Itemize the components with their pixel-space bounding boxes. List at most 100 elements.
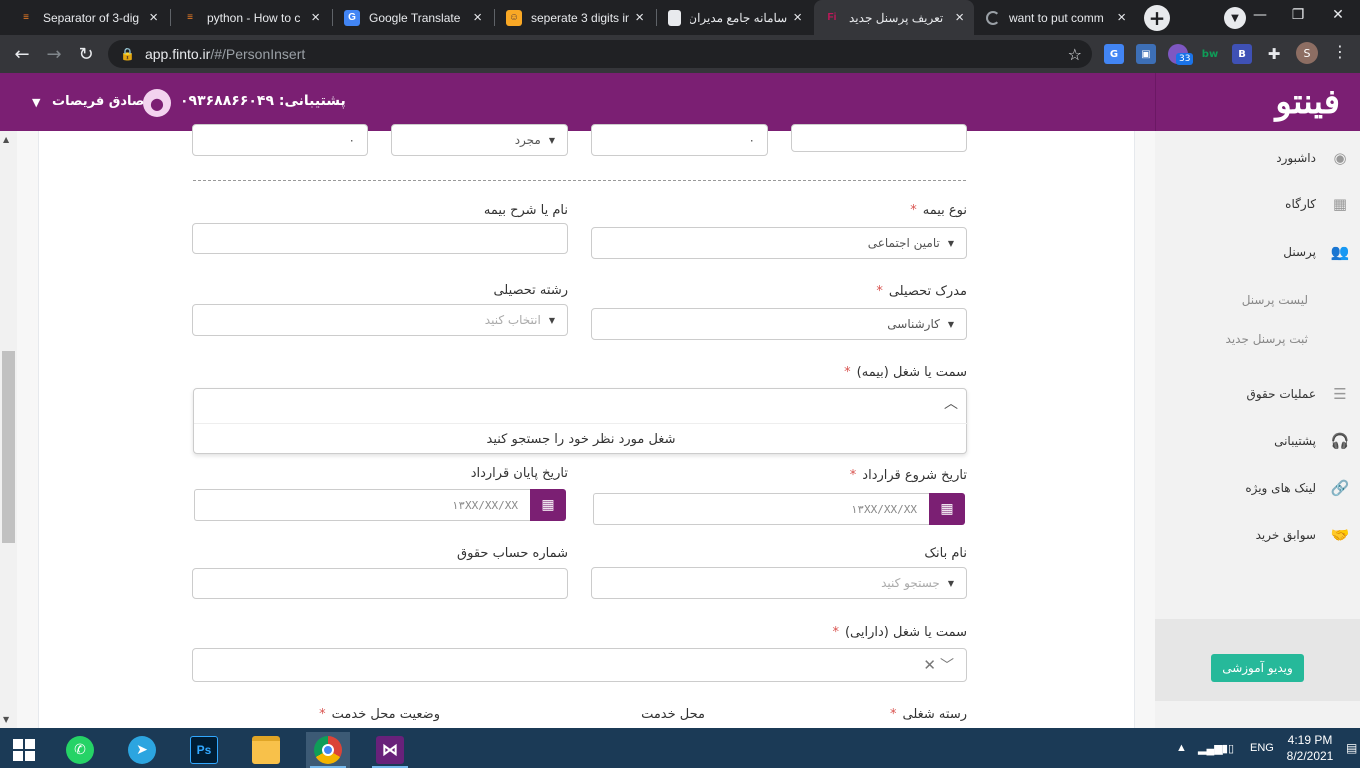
- google-translate-ext-icon[interactable]: G: [1104, 44, 1124, 64]
- calendar-icon[interactable]: ▦: [929, 493, 965, 525]
- contract-start-input[interactable]: ۱۳XX/XX/XX: [593, 493, 929, 525]
- insurance-name-input[interactable]: [192, 223, 568, 254]
- network-icon[interactable]: ▂▄▆: [1198, 728, 1223, 768]
- vertical-scrollbar[interactable]: ▲ ▼: [0, 131, 17, 728]
- sidebar-item-special-links[interactable]: لینک های ویژه 🔗: [1170, 473, 1350, 503]
- browser-tab[interactable]: سامانه جامع مدیران ×: [658, 0, 812, 35]
- sidebar-item-support[interactable]: پشتیبانی 🎧: [1170, 426, 1350, 456]
- user-avatar-icon[interactable]: ●: [143, 89, 171, 117]
- finto-logo[interactable]: فینتو: [1275, 82, 1340, 122]
- numeric-field-middle[interactable]: ۰: [591, 124, 768, 156]
- sidebar-item-workshop[interactable]: کارگاه ▦: [1170, 189, 1350, 219]
- job-tax-select[interactable]: ✕ ﹀: [192, 648, 967, 682]
- menu-kebab-icon[interactable]: ⋮: [1332, 42, 1348, 61]
- windows-start-icon[interactable]: [2, 732, 46, 768]
- scroll-down-icon[interactable]: ▼: [3, 715, 9, 724]
- system-clock[interactable]: 4:19 PM 8/2/2021: [1280, 732, 1340, 764]
- chrome-icon[interactable]: [306, 732, 350, 768]
- close-icon[interactable]: ×: [635, 9, 644, 26]
- notification-icon[interactable]: ▤: [1346, 728, 1357, 768]
- url-path: /#/PersonInsert: [210, 46, 306, 62]
- address-bar[interactable]: 🔒 app.finto.ir /#/PersonInsert ☆: [108, 40, 1092, 68]
- tab-title: Google Translate: [369, 10, 461, 25]
- screen-capture-ext-icon[interactable]: ▣: [1136, 44, 1156, 64]
- scroll-up-icon[interactable]: ▲: [3, 135, 9, 144]
- bookmark-star-icon[interactable]: ☆: [1068, 45, 1082, 64]
- close-icon[interactable]: ×: [1117, 9, 1126, 26]
- contract-end-input[interactable]: ۱۳XX/XX/XX: [194, 489, 530, 521]
- text-field-right[interactable]: [791, 124, 967, 152]
- photoshop-icon[interactable]: Ps: [182, 732, 226, 768]
- browser-tab[interactable]: G Google Translate ×: [334, 0, 492, 35]
- label-text: سمت یا شغل (بیمه): [856, 365, 967, 380]
- education-select[interactable]: کارشناسی ▼: [591, 308, 967, 340]
- battery-icon[interactable]: ▮▯: [1222, 728, 1234, 768]
- insurance-type-select[interactable]: تامین اجتماعی ▼: [591, 227, 967, 259]
- clear-icon[interactable]: ✕: [923, 656, 936, 674]
- close-icon[interactable]: ×: [955, 9, 964, 26]
- whatsapp-icon[interactable]: ✆: [58, 732, 102, 768]
- sidebar-item-label: لینک های ویژه: [1245, 481, 1316, 495]
- visual-studio-icon[interactable]: ⋈: [368, 732, 412, 768]
- close-icon[interactable]: ×: [311, 9, 320, 26]
- dashboard-icon: ◉: [1333, 149, 1347, 167]
- tab-title: seperate 3 digits in: [531, 10, 630, 25]
- sidebar-subitem-new-personnel[interactable]: ثبت پرسنل جدید: [1226, 332, 1308, 346]
- minimize-icon[interactable]: —: [1240, 0, 1280, 30]
- restore-icon[interactable]: ❐: [1278, 0, 1318, 30]
- logo-area: فینتو: [1155, 73, 1360, 131]
- field-value: کارشناسی: [887, 317, 940, 331]
- tab-title: سامانه جامع مدیران: [690, 10, 788, 25]
- file-explorer-icon[interactable]: [244, 732, 288, 768]
- sidebar-item-payroll[interactable]: عملیات حقوق ☰: [1170, 379, 1350, 409]
- reload-icon[interactable]: ↻: [72, 41, 100, 67]
- job-insurance-dropdown[interactable]: ︿ شغل مورد نظر خود را جستجو کنید: [193, 388, 968, 455]
- extension-badge-count: 33: [1176, 53, 1194, 65]
- contract-start-label: تاریخ شروع قرارداد *: [760, 468, 967, 483]
- bank-select[interactable]: جستجو کنید ▼: [591, 567, 967, 599]
- required-mark: *: [844, 365, 851, 380]
- close-icon[interactable]: ×: [793, 9, 802, 26]
- sidebar-item-personnel[interactable]: پرسنل 👥: [1170, 237, 1350, 267]
- chevron-up-icon[interactable]: ︿: [944, 393, 958, 413]
- b-ext-icon[interactable]: B: [1232, 44, 1252, 64]
- marital-status-select[interactable]: مجرد ▼: [391, 124, 568, 156]
- caret-down-icon: ▼: [548, 315, 555, 325]
- puzzle-icon[interactable]: ✚: [1264, 44, 1284, 64]
- browser-tab[interactable]: ☺ seperate 3 digits in ×: [496, 0, 654, 35]
- forward-icon[interactable]: →: [40, 41, 68, 67]
- scroll-thumb[interactable]: [2, 351, 15, 543]
- sidebar-subitem-personnel-list[interactable]: لیست پرسنل: [1242, 293, 1308, 307]
- dropdown-search-message: شغل مورد نظر خود را جستجو کنید: [194, 423, 968, 455]
- numeric-field-left[interactable]: ۰: [192, 124, 368, 156]
- back-icon[interactable]: ←: [8, 41, 36, 67]
- chevron-down-icon[interactable]: ﹀: [940, 655, 954, 675]
- account-number-input[interactable]: [192, 568, 568, 599]
- close-icon[interactable]: ×: [149, 9, 158, 26]
- building-icon: ▦: [1332, 195, 1348, 213]
- video-tutorial-button[interactable]: ویدیو آموزشی: [1211, 654, 1304, 682]
- browser-tab-active[interactable]: Fi تعریف پرسنل جدید ×: [814, 0, 974, 35]
- window-close-icon[interactable]: ✕: [1318, 0, 1358, 30]
- label-text: مدرک تحصیلی: [888, 284, 967, 299]
- browser-tab[interactable]: ≡ Separator of 3-dig ×: [8, 0, 168, 35]
- new-tab-button[interactable]: +: [1144, 5, 1170, 31]
- stackoverflow-icon: ≡: [187, 12, 193, 23]
- calendar-icon[interactable]: ▦: [530, 489, 566, 521]
- tab-title: Separator of 3-dig: [43, 10, 140, 25]
- telegram-icon[interactable]: ➤: [120, 732, 164, 768]
- tray-chevron-icon[interactable]: ▲: [1176, 728, 1187, 768]
- browser-tab[interactable]: want to put comm ×: [976, 0, 1136, 35]
- sidebar-item-purchase-history[interactable]: سوابق خرید 🤝: [1170, 520, 1350, 550]
- required-mark: *: [849, 468, 857, 483]
- browser-tab[interactable]: ≡ python - How to c ×: [172, 0, 330, 35]
- clock-date: 8/2/2021: [1286, 749, 1334, 763]
- profile-avatar[interactable]: S: [1296, 42, 1318, 64]
- language-indicator[interactable]: ENG: [1250, 728, 1274, 768]
- major-select[interactable]: انتخاب کنید ▼: [192, 304, 568, 336]
- sidebar-item-dashboard[interactable]: داشبورد ◉: [1170, 143, 1350, 173]
- username[interactable]: صادق فریصات: [52, 94, 145, 109]
- close-icon[interactable]: ×: [473, 9, 482, 26]
- bw-ext-icon[interactable]: bw: [1200, 44, 1220, 64]
- chevron-down-icon[interactable]: ▼: [32, 96, 40, 109]
